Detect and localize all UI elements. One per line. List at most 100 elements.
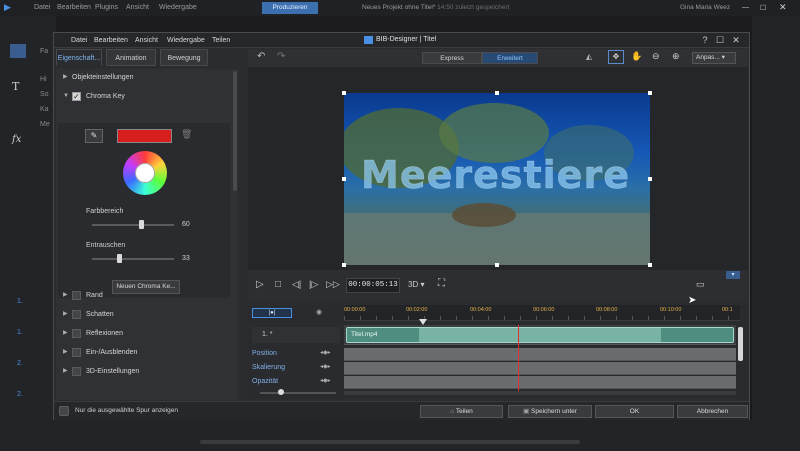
zoom-select[interactable]: Anpas... ▾: [692, 52, 736, 64]
dialog-maximize-icon[interactable]: ☐: [714, 35, 726, 46]
keyframe-nav-icon[interactable]: ◂◆▸: [320, 377, 331, 384]
fast-forward-icon[interactable]: ▷▷: [326, 279, 340, 290]
cancel-button[interactable]: Abbrechen: [677, 405, 748, 418]
next-frame-icon[interactable]: |▷: [309, 279, 318, 290]
tab-animation[interactable]: Animation: [106, 49, 156, 66]
timeline-zoom-slider[interactable]: [260, 392, 336, 394]
dialog-menu-wiedergabe[interactable]: Wiedergabe: [167, 37, 205, 44]
fullscreen-icon[interactable]: ⛶: [438, 278, 445, 289]
border-checkbox[interactable]: [72, 291, 81, 300]
app-left-panel: T fx Fa Hi So Ka Me 1. 1. 2. 2. 3.: [0, 16, 56, 451]
timeline-settings-icon[interactable]: ◉: [316, 308, 322, 316]
preview-canvas[interactable]: Meerestiere: [344, 93, 650, 265]
section-shadow[interactable]: ▶ Schatten: [56, 306, 231, 323]
fade-checkbox[interactable]: [72, 348, 81, 357]
fx-icon[interactable]: fx: [12, 134, 21, 145]
play-icon[interactable]: ▷: [256, 279, 264, 290]
resize-handle[interactable]: [342, 263, 346, 267]
app-menu-wiedergabe[interactable]: Wiedergabe: [159, 4, 197, 11]
tab-properties[interactable]: Eigenschaft...: [56, 49, 102, 66]
row-label-opacity: Opazität: [252, 378, 279, 385]
help-icon[interactable]: ?: [699, 35, 711, 45]
title-track[interactable]: Titel.mp4: [344, 325, 736, 345]
section-3d-settings[interactable]: ▶ 3D-Einstellungen: [56, 363, 231, 380]
app-menu-datei[interactable]: Datei: [34, 4, 50, 11]
minimize-icon[interactable]: —: [742, 4, 749, 11]
only-selected-track-checkbox[interactable]: [59, 406, 69, 416]
title-text[interactable]: Meerestiere: [361, 153, 630, 198]
clip-titel-mp4[interactable]: Titel.mp4: [346, 327, 734, 343]
resize-handle[interactable]: [342, 91, 346, 95]
app-menu-ansicht[interactable]: Ansicht: [126, 4, 149, 11]
stop-icon[interactable]: □: [275, 279, 281, 290]
denoise-slider[interactable]: [92, 258, 174, 260]
produce-button[interactable]: Produzieren: [262, 2, 318, 14]
mode-express-button[interactable]: Express: [422, 52, 482, 64]
tab-motion[interactable]: Bewegung: [160, 49, 208, 66]
ok-button[interactable]: OK: [595, 405, 674, 418]
track-mode-toggle[interactable]: |●|: [252, 308, 292, 318]
select-tool-icon[interactable]: ✥: [608, 50, 624, 64]
shadow-checkbox[interactable]: [72, 310, 81, 319]
section-fade[interactable]: ▶ Ein-/Ausblenden: [56, 344, 231, 361]
zoom-in-icon[interactable]: ⊕: [672, 51, 680, 62]
resize-handle[interactable]: [648, 263, 652, 267]
timeline-zoom-thumb[interactable]: [278, 389, 284, 395]
color-wheel[interactable]: [123, 151, 167, 195]
color-wheel-center: [135, 163, 155, 183]
timeline-ruler[interactable]: 00:00:00 00:02:00 00:04:00 00:06:00 00:0…: [344, 305, 740, 321]
panel-scrollbar[interactable]: [233, 71, 237, 191]
safe-zone-icon[interactable]: ◭: [586, 52, 592, 61]
denoise-thumb[interactable]: [117, 254, 123, 263]
keyframe-nav-icon[interactable]: ◂◆▸: [320, 349, 331, 356]
scale-track[interactable]: [344, 362, 736, 375]
dialog-close-icon[interactable]: ✕: [730, 35, 742, 46]
text-tool-icon[interactable]: T: [12, 80, 19, 93]
reflections-checkbox[interactable]: [72, 329, 81, 338]
3d-view-label: 3D: [408, 280, 419, 289]
section-object-settings[interactable]: ▶ Objekteinstellungen: [56, 69, 231, 86]
opacity-track[interactable]: [344, 376, 736, 389]
3d-settings-checkbox[interactable]: [72, 367, 81, 376]
media-icon[interactable]: [10, 44, 26, 58]
dialog-menu-datei[interactable]: Datei: [71, 37, 87, 44]
chroma-color-swatch[interactable]: [117, 129, 172, 143]
resize-handle[interactable]: [648, 177, 652, 181]
dialog-menu-bearbeiten[interactable]: Bearbeiten: [94, 37, 128, 44]
app-menu-plugins[interactable]: Plugins: [95, 4, 118, 11]
dialog-menu-teilen[interactable]: Teilen: [212, 37, 230, 44]
3d-view-dropdown[interactable]: 3D ▾: [408, 280, 424, 289]
section-border[interactable]: ▶ Rand: [56, 287, 231, 304]
resize-handle[interactable]: [495, 263, 499, 267]
zoom-out-icon[interactable]: ⊖: [652, 51, 660, 62]
redo-icon[interactable]: ↷: [277, 51, 285, 62]
timeline-vertical-scrollbar[interactable]: [738, 327, 743, 361]
maximize-icon[interactable]: ☐: [760, 4, 766, 12]
resize-handle[interactable]: [648, 91, 652, 95]
section-chroma-key[interactable]: ▼ ✓ Chroma Key: [56, 88, 231, 105]
chroma-key-checkbox[interactable]: ✓: [72, 92, 81, 101]
keyframe-nav-icon[interactable]: ◂◆▸: [320, 363, 331, 370]
position-track[interactable]: [344, 348, 736, 361]
resize-handle[interactable]: [495, 91, 499, 95]
timeline-scrollbar[interactable]: [344, 391, 736, 395]
delete-icon[interactable]: 🗑: [181, 129, 192, 140]
timeline-area: |●| ◉ 00:00:00 00:02:00 00:04:00 00:06:0…: [248, 305, 748, 398]
section-reflections[interactable]: ▶ Reflexionen: [56, 325, 231, 342]
hand-tool-icon[interactable]: ✋: [631, 51, 642, 62]
app-menu-bearbeiten[interactable]: Bearbeiten: [57, 4, 91, 11]
share-button[interactable]: ⌂ Teilen: [420, 405, 503, 418]
previous-frame-icon[interactable]: ◁|: [292, 279, 301, 290]
save-as-button[interactable]: ▣ Speichern unter: [508, 405, 592, 418]
color-range-slider[interactable]: [92, 224, 174, 226]
horizontal-scrollbar[interactable]: [200, 440, 580, 444]
undo-icon[interactable]: ↶: [257, 51, 265, 62]
dialog-menu-ansicht[interactable]: Ansicht: [135, 37, 158, 44]
color-range-thumb[interactable]: [139, 220, 145, 229]
collapse-panel-icon[interactable]: ▾: [726, 271, 740, 279]
close-icon[interactable]: ✕: [779, 2, 787, 13]
mode-advanced-button[interactable]: Erweitert: [482, 52, 538, 64]
eyedropper-icon[interactable]: ✎: [85, 129, 103, 143]
monitor-icon[interactable]: ▭: [696, 279, 705, 290]
resize-handle[interactable]: [342, 177, 346, 181]
